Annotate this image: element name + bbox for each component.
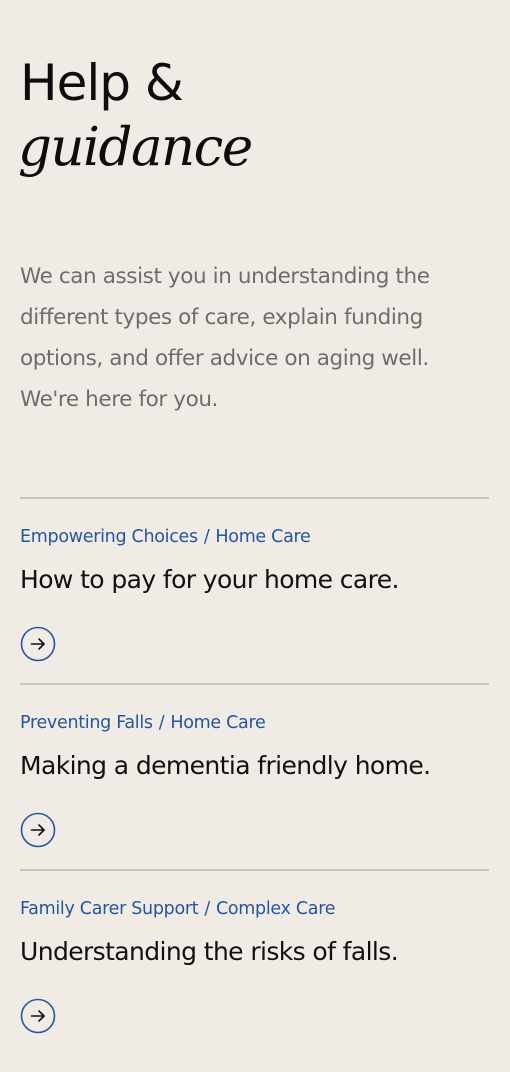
article-category-link[interactable]: Preventing Falls [20,713,153,733]
tag-separator: / [203,527,210,547]
article-subcategory-link[interactable]: Complex Care [216,899,336,919]
article-read-more-button[interactable] [20,998,56,1034]
article-category-link[interactable]: Family Carer Support [20,899,199,919]
article-tags: Preventing Falls / Home Care [20,711,266,735]
article-title[interactable]: Making a dementia friendly home. [20,749,431,783]
arrow-right-circle-icon [20,812,56,848]
help-guidance-page: Help & guidance We can assist you in und… [0,0,510,1072]
tag-separator: / [158,713,165,733]
arrow-right-circle-icon [20,626,56,662]
article-title[interactable]: Understanding the risks of falls. [20,935,399,969]
article-subcategory-link[interactable]: Home Care [215,527,310,547]
article-read-more-button[interactable] [20,812,56,848]
tag-separator: / [204,899,210,919]
article-title[interactable]: How to pay for your home care. [20,563,399,597]
page-title-line2: guidance [18,117,253,178]
article-read-more-button[interactable] [20,626,56,662]
arrow-right-circle-icon [20,998,56,1034]
article-card-home-care-payment: Empowering Choices / Home Care How to pay … [20,497,489,683]
article-list: Empowering Choices / Home Care How to pay … [20,497,489,1055]
article-tags: Empowering Choices / Home Care [20,525,311,549]
article-tags: Family Carer Support / Complex Care [20,897,336,921]
article-category-link[interactable]: Empowering Choices [20,527,198,547]
page-title: Help & guidance [18,52,253,182]
article-card-falls-risks: Family Carer Support / Complex Care Unders… [20,869,489,1055]
article-subcategory-link[interactable]: Home Care [170,713,265,733]
intro-paragraph: We can assist you in understanding the d… [20,264,430,412]
page-title-line1: Help & [20,54,184,112]
article-card-dementia-home: Preventing Falls / Home Care Making a deme… [20,683,489,869]
